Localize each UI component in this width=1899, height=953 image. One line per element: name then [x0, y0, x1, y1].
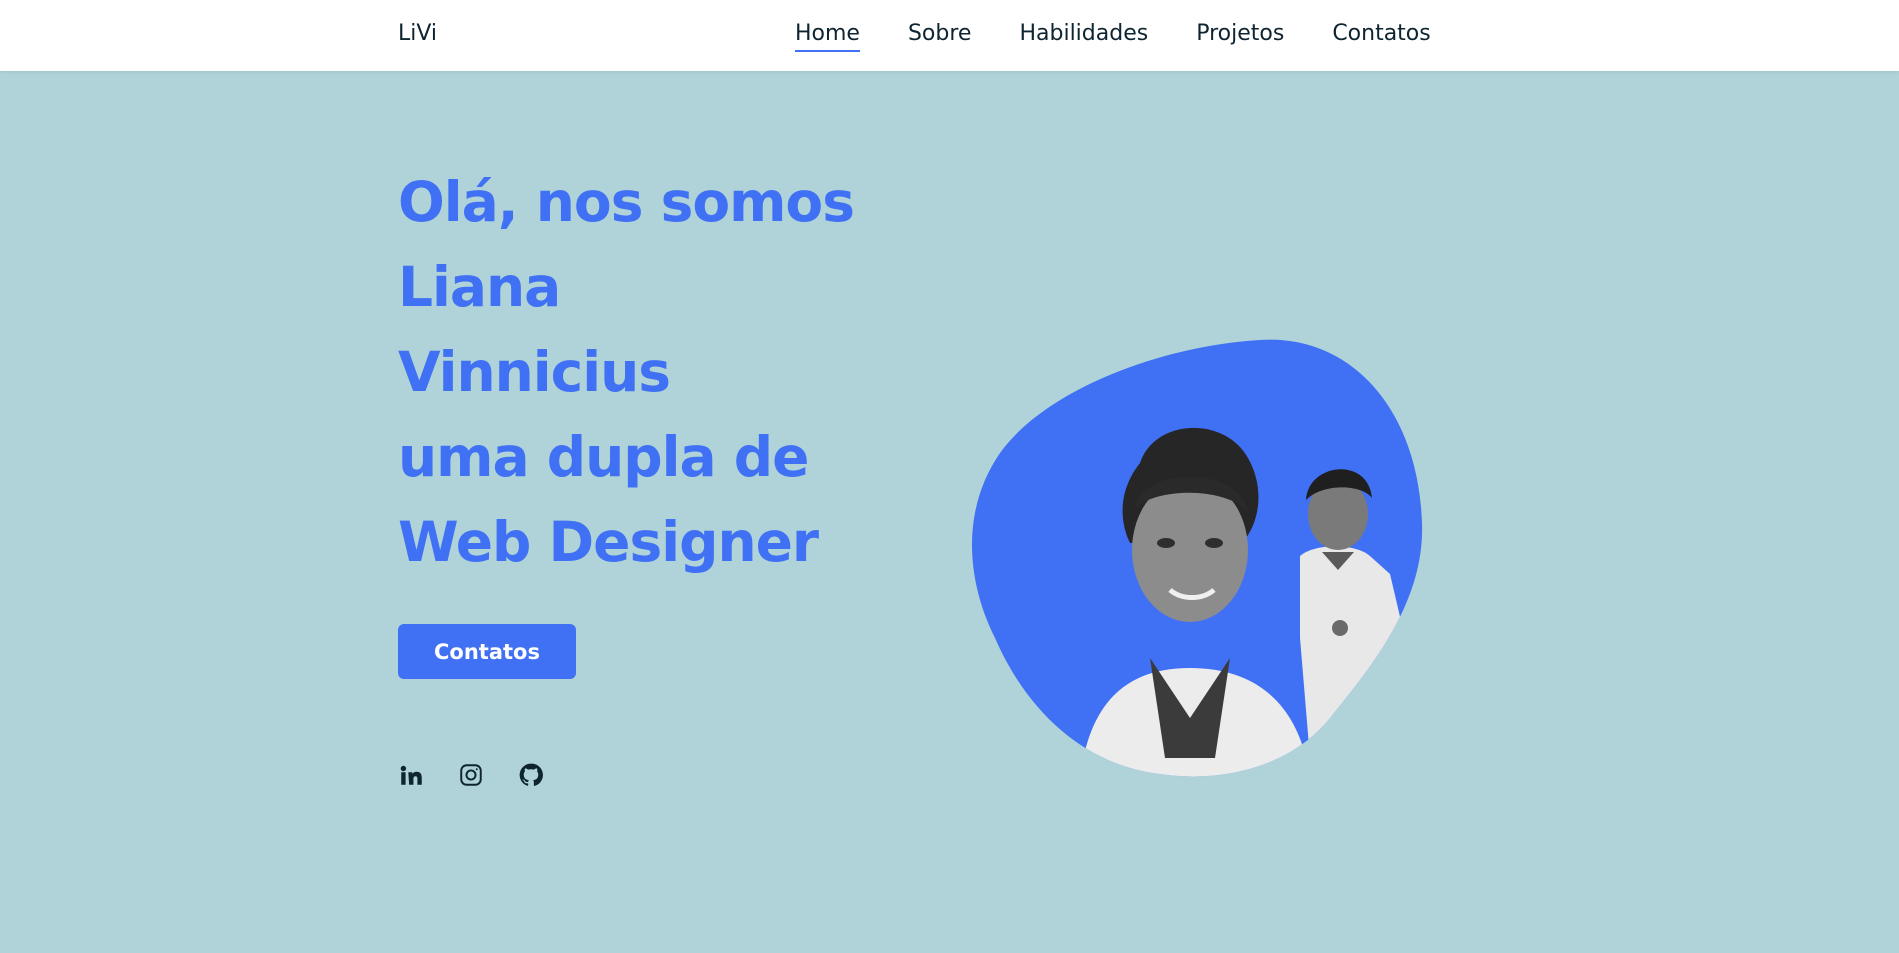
nav-link-sobre[interactable]: Sobre: [908, 21, 972, 52]
hero-title-line: Olá, nos somos: [398, 170, 855, 234]
instagram-icon[interactable]: [458, 762, 484, 788]
github-icon[interactable]: [518, 762, 544, 788]
hero-title-line: uma dupla de: [398, 425, 809, 489]
nav-link-projetos[interactable]: Projetos: [1196, 21, 1284, 52]
site-header: LiVi Home Sobre Habilidades Projetos Con…: [0, 0, 1899, 71]
hero-photo: [971, 339, 1423, 777]
social-links: [398, 762, 544, 788]
linkedin-icon[interactable]: [398, 762, 424, 788]
nav-link-habilidades[interactable]: Habilidades: [1019, 21, 1148, 52]
contatos-button[interactable]: Contatos: [398, 624, 576, 679]
nav-link-home[interactable]: Home: [795, 21, 860, 52]
hero-image-blob: [970, 338, 1424, 778]
hero-title-line: Vinnicius: [398, 340, 671, 404]
hero-title-line: Web Designer: [398, 510, 819, 574]
logo[interactable]: LiVi: [398, 21, 437, 46]
hero-title-line: Liana: [398, 255, 561, 319]
main-nav: Home Sobre Habilidades Projetos Contatos: [795, 21, 1431, 52]
nav-link-contatos[interactable]: Contatos: [1332, 21, 1430, 52]
hero-title: Olá, nos somos Liana Vinnicius uma dupla…: [398, 160, 855, 585]
